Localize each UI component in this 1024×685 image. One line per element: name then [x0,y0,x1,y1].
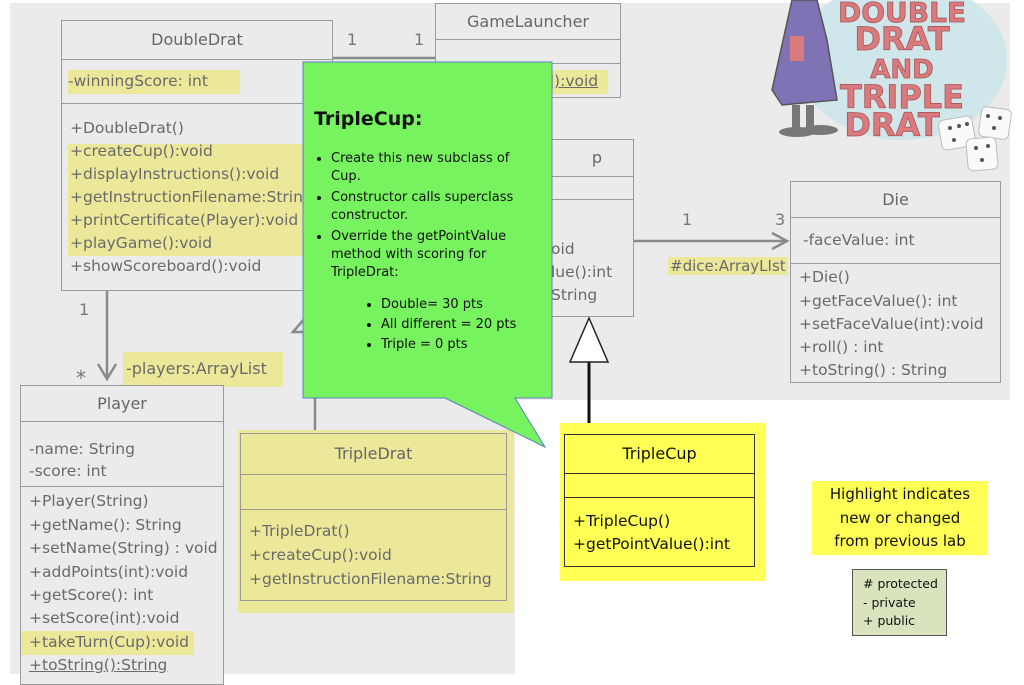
note-line: Highlight indicates [829,485,971,503]
callout-bullet: Create this new subclass of Cup. [331,150,541,186]
legend-item: + public [863,613,916,628]
note-line: new or changed [839,508,961,527]
callout-sub-bullet: All different = 20 pts [381,315,561,335]
legend-item: # protected [863,576,938,591]
visibility-legend: # protected - private + public [852,569,947,636]
legend-item: - private [863,594,916,610]
callout-bullet: Constructor calls superclass constructor… [331,189,541,225]
callout-title: TripleCup: [314,108,423,130]
callout-sub-bullet: Triple = 0 pts [381,335,561,355]
callout-bullet: Override the getPointValue method with s… [331,228,541,282]
note-line: from previous lab [834,532,966,550]
callout: TripleCup: Create this new subclass of C… [303,62,552,398]
highlight-note: Highlight indicates new or changed from … [812,481,988,555]
callout-sub-bullet: Double= 30 pts [381,295,561,315]
